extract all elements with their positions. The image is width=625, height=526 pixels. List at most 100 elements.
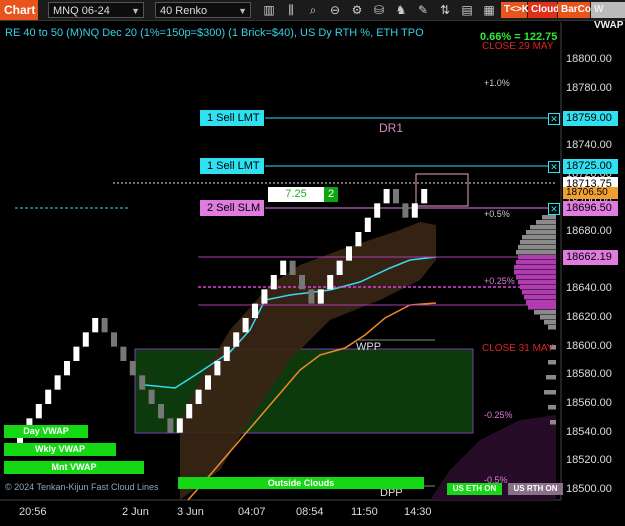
volume-profile-bar [518,245,556,250]
renko-brick [214,361,221,376]
ticket-qty: 2 [324,187,338,202]
renko-brick [411,203,418,218]
renko-brick [111,332,117,347]
volume-profile-bar [548,405,556,410]
close-order-icon[interactable]: ✕ [548,203,560,215]
volume-profile-bar [516,250,556,255]
vp-price-box: 18662.19 [563,250,618,265]
price-axis-label: 18540.00 [566,425,612,438]
price-axis-label: 18520.00 [566,454,612,467]
us-rth-label[interactable]: US RTH ON [508,483,563,495]
renko-brick [402,203,409,218]
volume-profile-bar [516,260,556,265]
renko-brick [242,318,249,333]
time-label: 08:54 [296,506,324,518]
order-sell-lmt[interactable]: 1 Sell LMT [200,110,264,126]
order-sell-slm[interactable]: 2 Sell SLM [200,200,264,216]
time-label: 04:07 [238,506,266,518]
renko-brick [186,404,193,419]
volume-profile-bar [544,390,556,395]
price-axis-label: 18620.00 [566,311,612,323]
volume-profile-bar [534,310,556,315]
outside-clouds-label[interactable]: Outside Clouds [178,477,424,489]
renko-brick [261,289,268,304]
renko-brick [383,189,390,204]
volume-profile-bar [520,285,556,290]
renko-brick [280,260,287,275]
volume-profile-bar [528,305,556,310]
wpp-label: WPP [356,341,382,353]
volume-profile-bar [516,275,556,280]
volume-profile-bar [520,240,556,245]
mnt-vwap-label[interactable]: Mnt VWAP [4,461,144,474]
volume-profile-bar [550,420,556,425]
renko-brick [289,260,296,275]
wkly-vwap-label[interactable]: Wkly VWAP [4,443,116,456]
time-label: 11:50 [351,506,378,518]
renko-brick [299,275,305,290]
price-axis-label: 18640.00 [566,282,612,295]
price-axis-label: 18600.00 [566,339,612,352]
close-order-icon[interactable]: ✕ [548,113,560,125]
price-axis-label: 18780.00 [566,81,612,94]
order-price-box: 18725.00 [563,159,618,174]
renko-brick [393,189,399,204]
renko-brick [73,346,80,361]
volume-profile-bar [524,295,556,300]
volume-profile-bar [526,300,556,305]
volume-profile-bar [514,270,556,275]
renko-brick [45,389,52,404]
renko-brick [205,375,211,390]
renko-brick [421,189,428,204]
volume-profile-bar [518,255,556,260]
renko-brick [148,389,155,404]
renko-brick [139,375,146,390]
day-vwap-label[interactable]: Day VWAP [4,425,88,438]
volume-profile-bar [522,235,556,240]
price-axis-label: 18800.00 [566,53,612,65]
volume-profile-bar [530,225,556,230]
renko-brick [327,275,334,290]
order-price-box: 18759.00 [563,111,618,126]
time-label: 14:30 [404,506,432,518]
price-axis-label: 18740.00 [566,139,612,151]
order-sell-lmt[interactable]: 1 Sell LMT [200,158,264,174]
volume-profile-bar [548,360,556,365]
renko-brick [374,203,381,218]
ticket-value: 7.25 [285,188,307,200]
price-axis-label: 18560.00 [566,397,612,409]
renko-brick [270,275,277,290]
position-ticket[interactable]: 7.25 2 [268,187,338,202]
time-label: 2 Jun [122,506,149,518]
volume-profile-bar [546,375,556,380]
close-label: CLOSE 31 MAY [482,343,554,354]
us-eth-label[interactable]: US ETH ON [447,483,502,495]
renko-brick [233,332,240,347]
price-axis-label: 18500.00 [566,483,612,495]
volume-profile-bar [526,230,556,235]
chart-title: RE 40 to 50 (M)NQ Dec 20 (1%=150p=$300) … [5,27,424,39]
dr1-label: DR1 [379,121,404,135]
renko-brick [336,260,343,275]
volume-profile-bar [514,265,556,270]
renko-brick [364,217,371,232]
renko-brick [35,404,42,419]
renko-brick [129,361,136,376]
chart-window: Chart MNQ 06-24 ▼ 40 Renko ▼ ▥ ⫼ ⌕ ⊖ ⚙ ⛁… [0,0,625,526]
renko-brick [223,346,230,361]
pct-level-label: +1.0% [484,78,510,88]
price-axis-label: 18680.00 [566,225,612,237]
pct-level-label: +0.25% [484,276,515,286]
pct-level-label: +0.5% [484,209,510,219]
volume-profile-bar [536,220,556,225]
renko-brick [64,361,70,376]
close-label: CLOSE 29 MAY [482,41,554,52]
order-price-box: 18696.50 [563,201,618,216]
volume-profile-bar [544,320,556,325]
renko-brick [317,289,324,304]
renko-brick [195,389,202,404]
volume-profile-bar [540,315,556,320]
close-order-icon[interactable]: ✕ [548,161,560,173]
renko-brick [92,318,99,333]
cross-price-box: 18706.50 [563,187,618,199]
